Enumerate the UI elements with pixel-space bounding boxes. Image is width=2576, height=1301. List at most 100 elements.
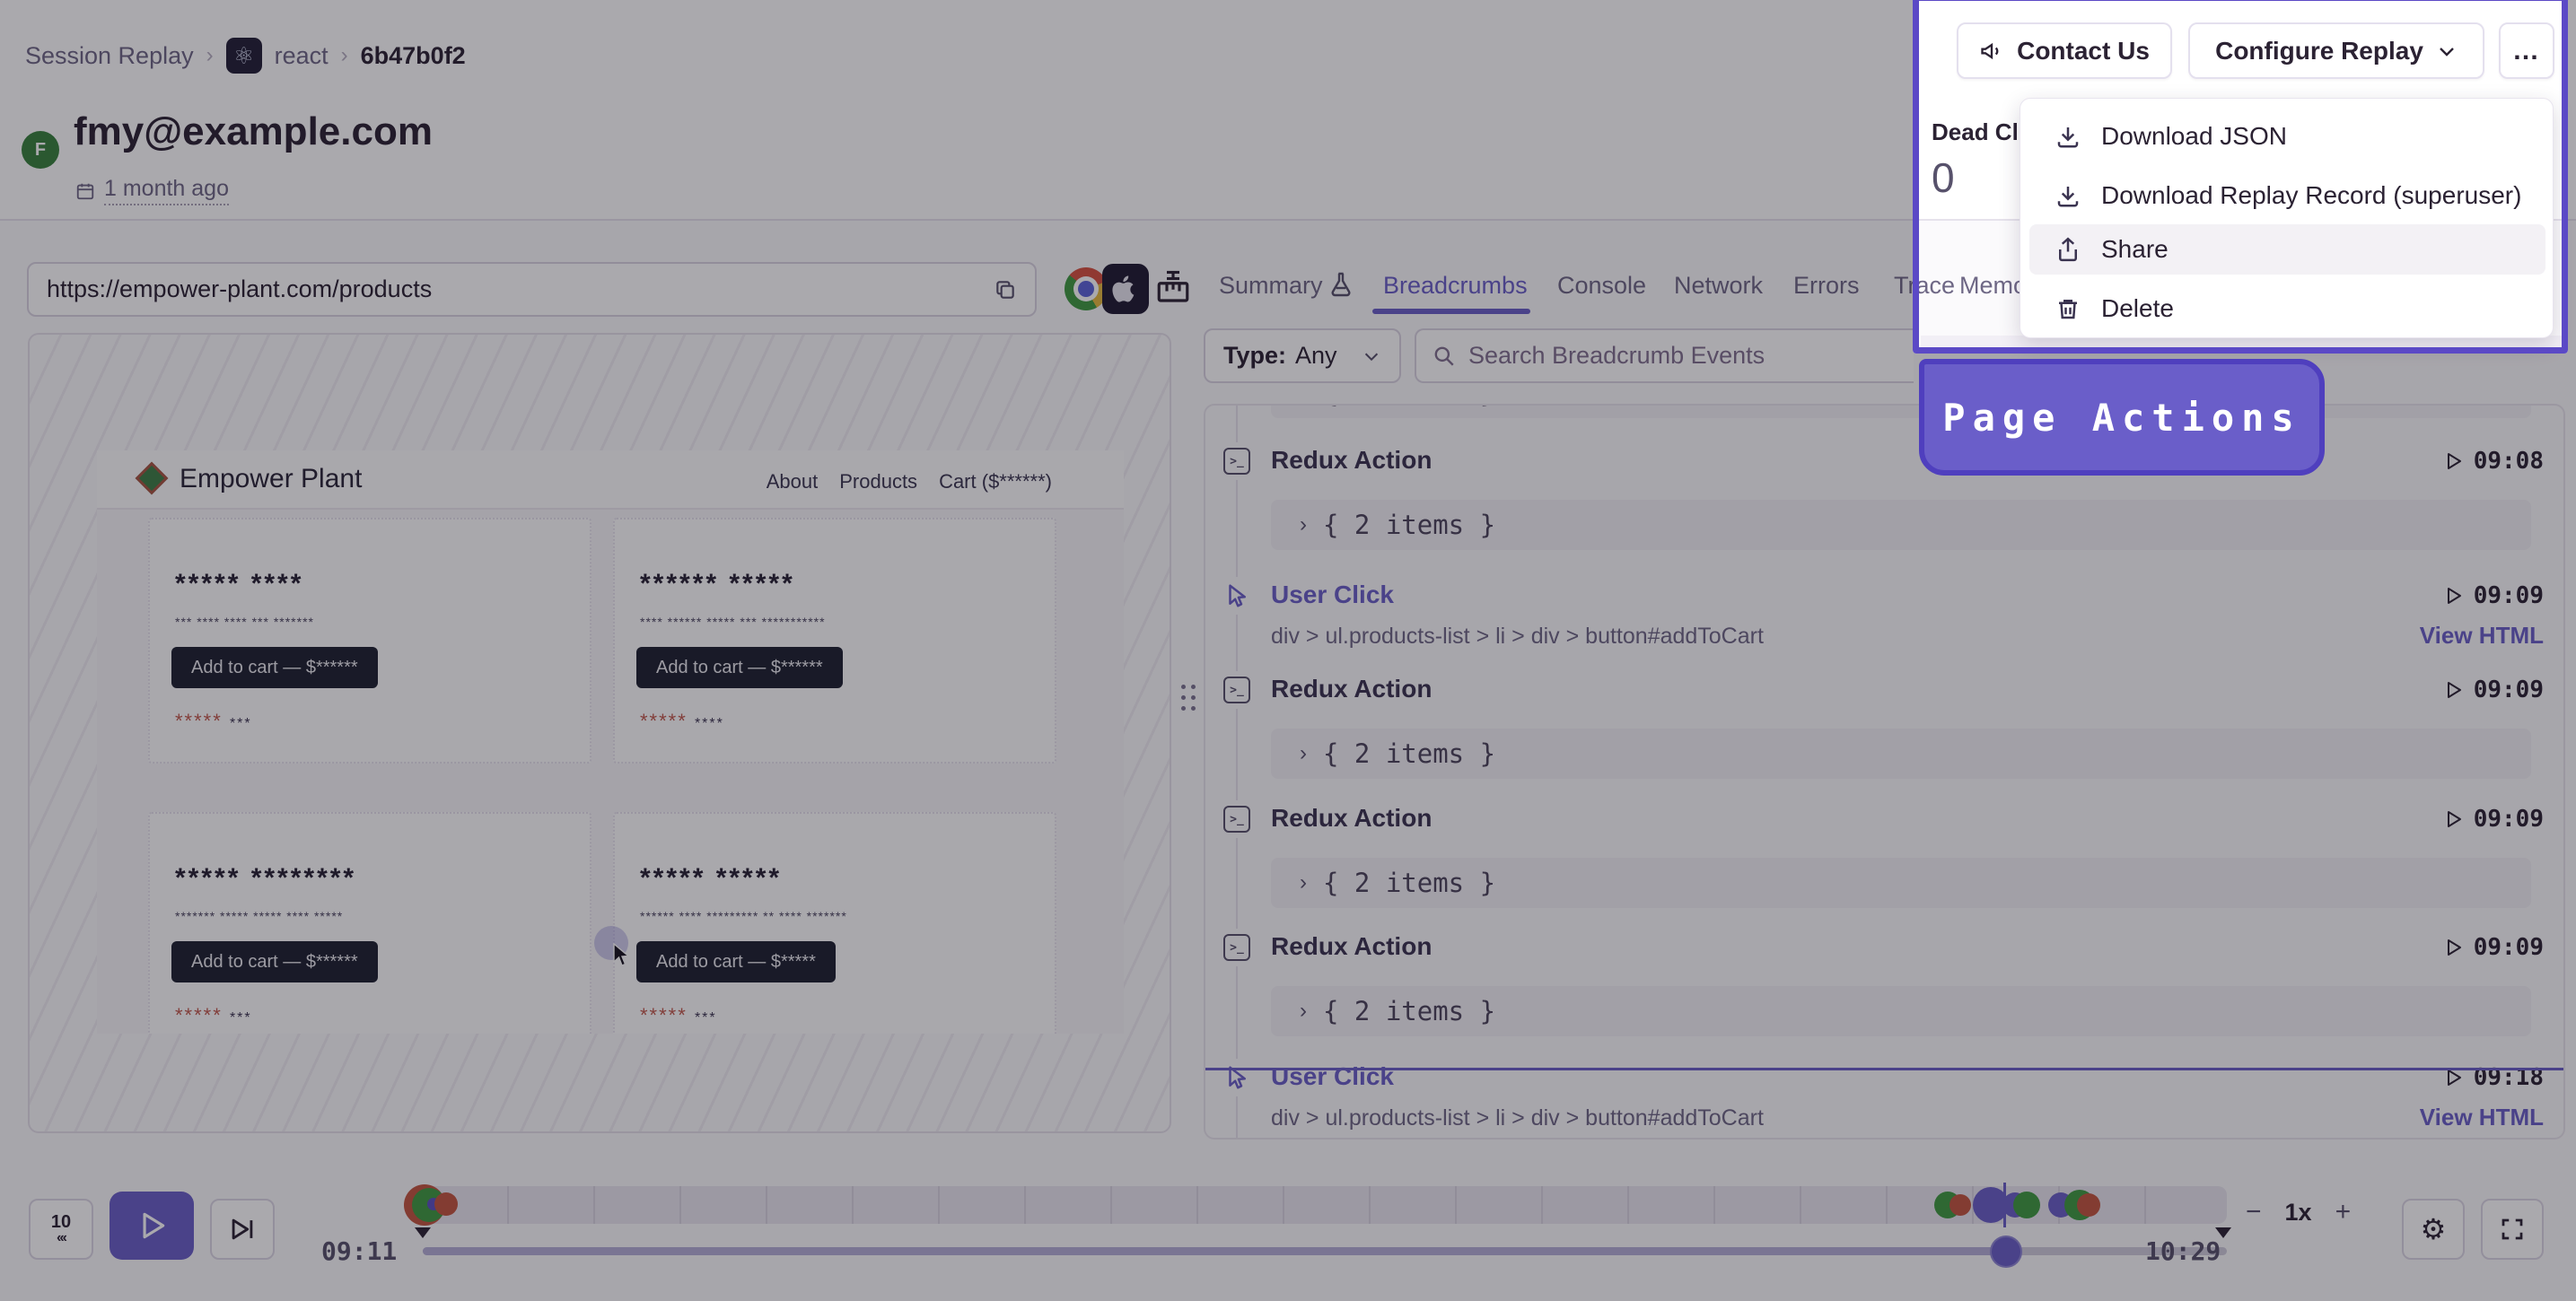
terminal-icon: >_ bbox=[1218, 800, 1256, 838]
timeline-event-dot[interactable] bbox=[1950, 1194, 1971, 1216]
download-icon bbox=[2055, 182, 2081, 209]
skip-to-end-button[interactable] bbox=[210, 1199, 275, 1260]
event-selector: div > ul.products-list > li > div > butt… bbox=[1271, 1105, 1764, 1131]
event-timestamp[interactable]: 09:09 bbox=[2443, 582, 2544, 609]
rewind-10s-button[interactable]: 10 ‹‹‹ bbox=[29, 1199, 93, 1260]
last-seen-label[interactable]: 1 month ago bbox=[104, 176, 229, 205]
share-icon bbox=[2055, 236, 2081, 263]
contact-us-label: Contact Us bbox=[2017, 36, 2150, 65]
tab-trace[interactable]: Trace bbox=[1894, 272, 1955, 300]
avatar: F bbox=[22, 131, 59, 169]
product-rating: ***** *** bbox=[175, 710, 252, 732]
event-body-collapsed[interactable]: ›{ 2 items } bbox=[1271, 729, 2531, 779]
menu-item-download-replay-record-superuser[interactable]: Download Replay Record (superuser) bbox=[2029, 170, 2545, 221]
copy-icon[interactable] bbox=[994, 278, 1017, 301]
skip-icon bbox=[232, 1218, 253, 1240]
add-to-cart-button[interactable]: Add to cart — $***** bbox=[636, 941, 836, 982]
search-placeholder: Search Breadcrumb Events bbox=[1468, 342, 1766, 369]
chrome-icon bbox=[1065, 267, 1108, 310]
breadcrumb-project[interactable]: react bbox=[275, 42, 329, 70]
more-actions-button[interactable]: … bbox=[2499, 22, 2554, 79]
breadcrumb-events-panel[interactable]: ›{ 2 items } >_ Redux Action 09:08 ›{ 2 item… bbox=[1204, 404, 2565, 1139]
timeline-event-dot[interactable] bbox=[2013, 1192, 2040, 1218]
configure-replay-button[interactable]: Configure Replay bbox=[2188, 22, 2484, 79]
timeline-current-tick bbox=[2003, 1183, 2006, 1227]
product-description: ****** **** ********* ** **** ******* bbox=[640, 909, 847, 923]
add-to-cart-button[interactable]: Add to cart — $****** bbox=[636, 647, 843, 688]
breadcrumb-root[interactable]: Session Replay bbox=[25, 42, 194, 70]
menu-item-delete[interactable]: Delete bbox=[2029, 284, 2545, 334]
seek-knob[interactable] bbox=[1990, 1236, 2022, 1268]
event-timestamp[interactable]: 09:08 bbox=[2443, 448, 2544, 475]
current-time-indicator bbox=[1205, 1068, 2563, 1070]
event-title[interactable]: User Click bbox=[1271, 1062, 1394, 1091]
event-body-collapsed[interactable]: ›{ 2 items } bbox=[1271, 500, 2531, 550]
event-title[interactable]: Redux Action bbox=[1271, 932, 1432, 961]
replay-url-bar: https://empower-plant.com/products bbox=[27, 262, 1037, 317]
product-rating: ***** *** bbox=[175, 1004, 252, 1026]
event-body-collapsed[interactable]: ›{ 2 items } bbox=[1271, 406, 2531, 418]
search-icon bbox=[1434, 346, 1454, 366]
ellipsis-icon: … bbox=[2512, 35, 2541, 65]
fullscreen-button[interactable] bbox=[2481, 1199, 2544, 1260]
timeline-event-dot[interactable] bbox=[434, 1192, 458, 1216]
configure-replay-label: Configure Replay bbox=[2215, 36, 2423, 65]
event-timestamp[interactable]: 09:09 bbox=[2443, 934, 2544, 961]
event-title[interactable]: Redux Action bbox=[1271, 675, 1432, 703]
add-to-cart-button[interactable]: Add to cart — $****** bbox=[171, 941, 378, 982]
tab-errors[interactable]: Errors bbox=[1793, 272, 1860, 300]
product-card: ***** ******** ******* ***** ***** **** *… bbox=[148, 812, 591, 1034]
react-project-icon: ⚛ bbox=[225, 38, 262, 74]
event-title[interactable]: User Click bbox=[1271, 581, 1394, 609]
view-html-link[interactable]: View HTML bbox=[2420, 622, 2544, 650]
event-body-collapsed[interactable]: ›{ 2 items } bbox=[1271, 986, 2531, 1036]
duration-label: 10:29 bbox=[2145, 1236, 2221, 1266]
product-card: ****** ***** **** ****** ***** *** ******… bbox=[613, 518, 1056, 764]
add-to-cart-button[interactable]: Add to cart — $****** bbox=[171, 647, 378, 688]
tab-summary[interactable]: Summary bbox=[1219, 272, 1323, 300]
cursor-icon bbox=[610, 942, 632, 967]
download-icon bbox=[2055, 123, 2081, 150]
event-timestamp[interactable]: 09:09 bbox=[2443, 806, 2544, 833]
product-description: ******* ***** ***** **** ***** bbox=[175, 909, 344, 923]
tab-console[interactable]: Console bbox=[1557, 272, 1646, 300]
type-filter-select[interactable]: Type: Any bbox=[1204, 328, 1401, 383]
event-title[interactable]: Redux Action bbox=[1271, 446, 1432, 475]
event-title[interactable]: Redux Action bbox=[1271, 804, 1432, 833]
product-title: ****** ***** bbox=[640, 569, 795, 598]
event-timestamp[interactable]: 09:09 bbox=[2443, 677, 2544, 703]
site-header: Empower Plant About Products Cart ($******… bbox=[97, 450, 1124, 510]
last-seen: 1 month ago bbox=[75, 176, 229, 205]
product-rating: ***** **** bbox=[640, 710, 724, 732]
tab-network[interactable]: Network bbox=[1674, 272, 1763, 300]
speed-decrease-button[interactable]: − bbox=[2246, 1197, 2262, 1227]
rewind-chevrons-icon: ‹‹‹ bbox=[57, 1230, 67, 1245]
breadcrumb-separator: › bbox=[206, 43, 214, 67]
product-title: ***** ******** bbox=[175, 863, 357, 893]
event-body-collapsed[interactable]: ›{ 2 items } bbox=[1271, 858, 2531, 908]
menu-item-download-json[interactable]: Download JSON bbox=[2029, 111, 2545, 162]
timeline-event-dot[interactable] bbox=[2077, 1193, 2100, 1217]
search-input[interactable]: Search Breadcrumb Events bbox=[1415, 328, 1914, 383]
menu-item-share[interactable]: Share bbox=[2029, 224, 2545, 275]
seek-bar-progress bbox=[423, 1247, 2006, 1255]
site-nav: About Products Cart ($******) bbox=[767, 470, 1052, 493]
current-time-label: 09:11 bbox=[321, 1236, 398, 1266]
contact-us-button[interactable]: Contact Us bbox=[1957, 22, 2172, 79]
settings-button[interactable]: ⚙ bbox=[2402, 1199, 2465, 1260]
play-button[interactable] bbox=[110, 1192, 194, 1260]
breadcrumb-separator: › bbox=[340, 43, 348, 67]
view-html-link[interactable]: View HTML bbox=[2420, 1104, 2544, 1131]
site-nav-item: Products bbox=[839, 470, 918, 493]
product-card: ***** **** *** **** **** *** ******* Add t… bbox=[148, 518, 591, 764]
replay-player[interactable]: Empower Plant About Products Cart ($******… bbox=[28, 333, 1171, 1133]
terminal-icon: >_ bbox=[1218, 929, 1256, 966]
tab-breadcrumbs[interactable]: Breadcrumbs bbox=[1383, 272, 1528, 300]
speed-increase-button[interactable]: + bbox=[2335, 1197, 2352, 1227]
terminal-icon: >_ bbox=[1218, 442, 1256, 480]
annotation-callout: Page Actions bbox=[1919, 359, 2325, 476]
panel-resize-handle[interactable] bbox=[1179, 682, 1197, 712]
breadcrumb-replay-id: 6b47b0f2 bbox=[360, 41, 466, 69]
speed-controls: − 1x + bbox=[2246, 1197, 2351, 1227]
speed-value: 1x bbox=[2284, 1198, 2312, 1226]
